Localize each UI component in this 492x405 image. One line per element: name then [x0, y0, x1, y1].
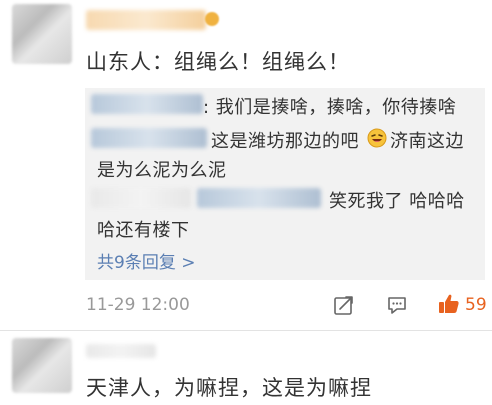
username[interactable]	[86, 10, 206, 30]
laughing-emoji-icon	[367, 128, 387, 148]
reply-username[interactable]	[91, 94, 203, 114]
like-thumbs-up-icon[interactable]	[437, 292, 461, 316]
reply-text: 是为么泥为么泥	[97, 160, 227, 181]
reply-text: 济南这边	[390, 131, 464, 152]
timestamp: 11-29 12:00	[86, 295, 190, 315]
reply-text: 这是潍坊那边的吧	[211, 131, 359, 152]
reply-text: 笑死我了 哈哈哈	[329, 191, 465, 212]
divider	[0, 330, 492, 331]
reply-username[interactable]	[91, 128, 207, 148]
reply-text: : 我们是揍啥，揍啥，你待揍啥	[203, 97, 457, 118]
reply-box[interactable]: : 我们是揍啥，揍啥，你待揍啥 这是潍坊那边的吧 济南这边 是为么泥为么泥 笑死…	[85, 88, 485, 280]
comment-text: 山东人：组绳么！组绳么！	[86, 50, 350, 74]
reply-mention[interactable]	[197, 188, 321, 208]
comment-text: 天津人，为嘛捏，这是为嘛捏	[86, 376, 372, 400]
badge-icon	[205, 12, 219, 26]
avatar[interactable]	[12, 338, 72, 393]
reply-text: 哈还有楼下	[97, 220, 190, 241]
like-count: 59	[465, 295, 487, 315]
repost-icon[interactable]	[333, 294, 355, 316]
username[interactable]	[86, 344, 156, 358]
more-replies-link[interactable]: 共9条回复 >	[97, 248, 195, 273]
avatar[interactable]	[12, 4, 72, 64]
reply-username[interactable]	[91, 188, 191, 208]
comment-icon[interactable]	[386, 294, 408, 316]
